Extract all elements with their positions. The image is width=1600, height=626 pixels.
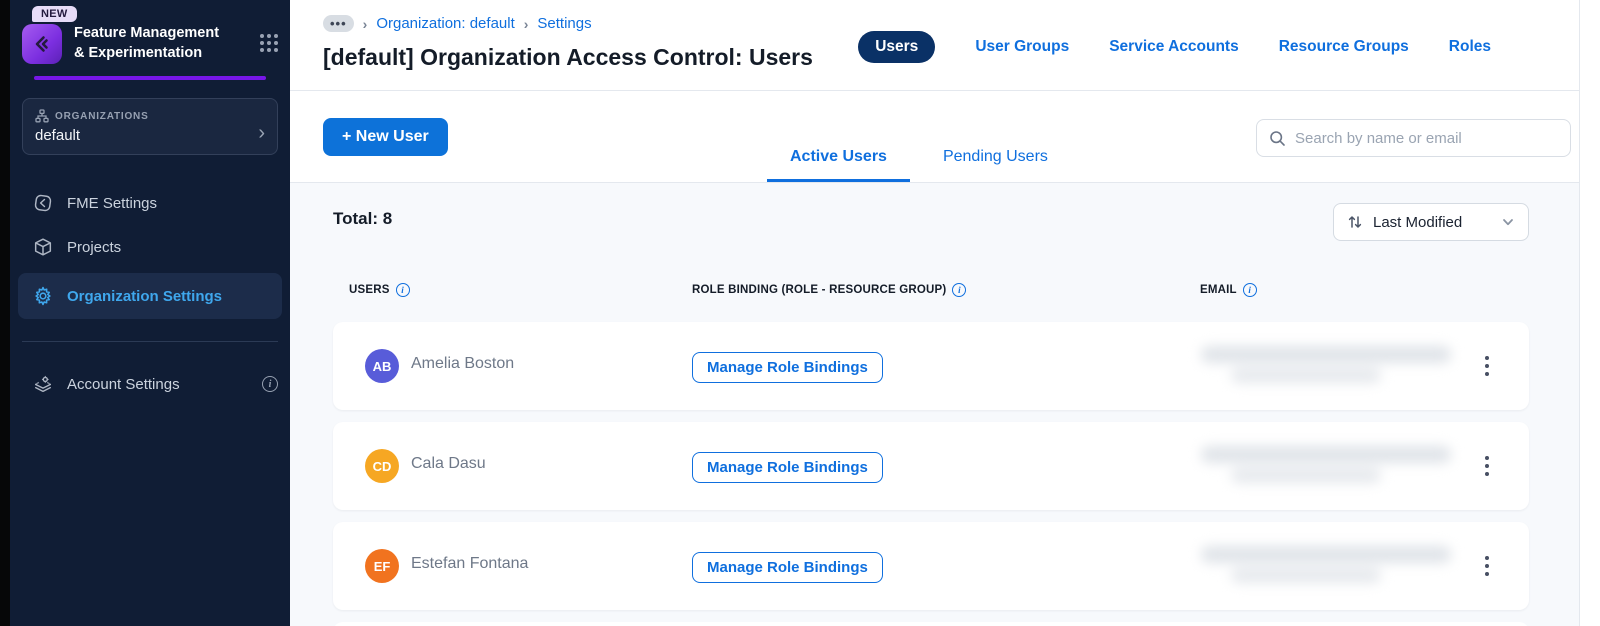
users-list-section: Total: 8 Last Modified USERS i ROLE BIND… bbox=[290, 183, 1579, 626]
tab-service-accounts[interactable]: Service Accounts bbox=[1109, 38, 1239, 56]
tab-active-users[interactable]: Active Users bbox=[767, 148, 910, 182]
brand-divider bbox=[34, 76, 266, 80]
page-header: ••• › Organization: default › Settings [… bbox=[290, 0, 1579, 91]
main-panel: ••• › Organization: default › Settings [… bbox=[290, 0, 1580, 626]
chevron-down-icon bbox=[1501, 215, 1515, 229]
chevron-right-icon: › bbox=[258, 122, 265, 144]
info-icon[interactable]: i bbox=[952, 283, 967, 297]
manage-role-bindings-button[interactable]: Manage Role Bindings bbox=[692, 352, 883, 383]
sidebar-nav: FME Settings Projects Organization Setti… bbox=[10, 181, 290, 406]
product-title: Feature Management & Experimentation bbox=[74, 25, 220, 61]
chevron-right-icon: › bbox=[523, 15, 529, 32]
user-state-tabs: Active Users Pending Users bbox=[767, 148, 1071, 182]
table-row: AB Amelia Boston Manage Role Bindings bbox=[333, 322, 1529, 410]
user-rows: AB Amelia Boston Manage Role Bindings CD… bbox=[333, 322, 1529, 610]
info-icon[interactable]: i bbox=[1242, 283, 1257, 297]
gear-icon bbox=[32, 285, 54, 307]
user-name: Estefan Fontana bbox=[411, 555, 529, 572]
sidebar-item-account-settings[interactable]: Account Settings i bbox=[10, 362, 290, 406]
chevron-right-icon: › bbox=[362, 15, 368, 32]
toolbar: + New User Active Users Pending Users bbox=[290, 91, 1579, 183]
organizations-label: ORGANIZATIONS bbox=[55, 110, 149, 122]
email-redacted bbox=[1201, 342, 1456, 390]
table-header-row: USERS i ROLE BINDING (ROLE - RESOURCE GR… bbox=[290, 283, 1579, 299]
sort-dropdown[interactable]: Last Modified bbox=[1333, 203, 1529, 241]
breadcrumb-link-organization[interactable]: Organization: default bbox=[376, 15, 514, 32]
app-window: NEW Feature Management & Experimentation bbox=[0, 0, 1600, 626]
column-header-email: EMAIL bbox=[1200, 284, 1237, 296]
avatar: CD bbox=[365, 449, 399, 483]
tab-roles[interactable]: Roles bbox=[1449, 38, 1491, 56]
manage-role-bindings-button[interactable]: Manage Role Bindings bbox=[692, 552, 883, 583]
sidebar-item-label: Organization Settings bbox=[67, 287, 223, 305]
avatar: EF bbox=[365, 549, 399, 583]
table-row: EF Estefan Fontana Manage Role Bindings bbox=[333, 522, 1529, 610]
new-user-button[interactable]: + New User bbox=[323, 118, 448, 156]
access-control-tabs: Users User Groups Service Accounts Resou… bbox=[858, 31, 1491, 63]
column-header-role-binding: ROLE BINDING (ROLE - RESOURCE GROUP) bbox=[692, 284, 947, 296]
sidebar-item-label: Account Settings bbox=[67, 375, 180, 393]
app-grid-icon[interactable] bbox=[260, 34, 278, 52]
fme-settings-icon bbox=[32, 192, 54, 214]
avatar: AB bbox=[365, 349, 399, 383]
new-badge: NEW bbox=[32, 6, 77, 22]
info-icon[interactable]: i bbox=[262, 376, 278, 392]
tab-users[interactable]: Users bbox=[858, 31, 936, 63]
tab-pending-users[interactable]: Pending Users bbox=[920, 148, 1071, 182]
tab-resource-groups[interactable]: Resource Groups bbox=[1279, 38, 1409, 56]
page-title: [default] Organization Access Control: U… bbox=[323, 44, 813, 70]
table-row: CD Cala Dasu Manage Role Bindings bbox=[333, 422, 1529, 510]
email-redacted bbox=[1201, 442, 1456, 490]
user-name: Cala Dasu bbox=[411, 455, 486, 472]
sort-arrows-icon bbox=[1347, 214, 1363, 230]
kebab-menu-button[interactable] bbox=[1477, 350, 1497, 382]
manage-role-bindings-button[interactable]: Manage Role Bindings bbox=[692, 452, 883, 483]
search-icon bbox=[1269, 130, 1286, 147]
tab-user-groups[interactable]: User Groups bbox=[975, 38, 1069, 56]
info-icon[interactable]: i bbox=[395, 283, 410, 297]
breadcrumb: ••• › Organization: default › Settings bbox=[323, 15, 592, 32]
org-hierarchy-icon bbox=[35, 109, 49, 123]
sidebar-item-organization-settings[interactable]: Organization Settings bbox=[18, 273, 282, 319]
breadcrumb-link-settings[interactable]: Settings bbox=[537, 15, 591, 32]
organization-name: default bbox=[35, 127, 81, 144]
column-header-users: USERS bbox=[349, 284, 390, 296]
sidebar: NEW Feature Management & Experimentation bbox=[10, 0, 290, 626]
background-window-strip bbox=[0, 0, 10, 626]
email-redacted bbox=[1201, 542, 1456, 590]
user-name: Amelia Boston bbox=[411, 355, 515, 372]
sidebar-item-fme-settings[interactable]: FME Settings bbox=[10, 181, 290, 225]
sidebar-item-label: Projects bbox=[67, 238, 122, 256]
sidebar-header: NEW Feature Management & Experimentation bbox=[10, 0, 290, 80]
kebab-menu-button[interactable] bbox=[1477, 450, 1497, 482]
account-settings-layers-icon bbox=[32, 373, 54, 395]
sidebar-item-label: FME Settings bbox=[67, 194, 158, 212]
total-count: Total: 8 bbox=[333, 209, 393, 228]
sidebar-divider bbox=[22, 341, 278, 342]
search-input[interactable] bbox=[1295, 129, 1558, 147]
sort-selected-value: Last Modified bbox=[1373, 213, 1463, 231]
projects-cube-icon bbox=[32, 236, 54, 258]
table-row-partial bbox=[333, 622, 1529, 626]
search-box bbox=[1256, 119, 1571, 157]
split-logo-icon bbox=[22, 24, 62, 64]
kebab-menu-button[interactable] bbox=[1477, 550, 1497, 582]
sidebar-item-projects[interactable]: Projects bbox=[10, 225, 290, 269]
organization-switcher[interactable]: ORGANIZATIONS default › bbox=[22, 98, 278, 155]
breadcrumb-ellipsis-button[interactable]: ••• bbox=[323, 15, 354, 32]
